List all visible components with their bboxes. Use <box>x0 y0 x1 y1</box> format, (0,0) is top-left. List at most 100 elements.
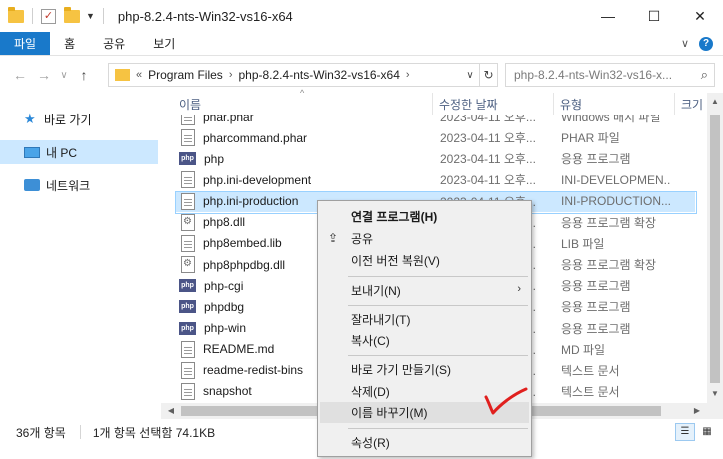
forward-button[interactable]: → <box>32 67 56 83</box>
file-name: php <box>204 151 225 166</box>
file-date: 2023-04-11 오후... <box>440 173 536 188</box>
sidebar-item-quick-access[interactable]: ★ 바로 가기 <box>0 107 158 131</box>
close-button[interactable]: ✕ <box>677 0 723 32</box>
table-row[interactable]: pharcommand.phar 2023-04-11 오후... PHAR 파일 <box>175 127 695 148</box>
large-icons-view-icon[interactable]: ▦ <box>697 423 717 441</box>
search-box[interactable]: php-8.2.4-nts-Win32-vs16-x... ⌕ <box>505 63 715 87</box>
ribbon-tabs: 파일 홈 공유 보기 ∨ ? <box>0 32 723 56</box>
menu-item-properties[interactable]: 속성(R) <box>320 432 529 453</box>
file-type: INI-PRODUCTION... <box>561 194 671 209</box>
properties-icon[interactable]: ✓ <box>41 8 56 24</box>
menu-item-cut[interactable]: 잘라내기(T) <box>320 309 529 330</box>
menu-separator <box>348 305 528 306</box>
column-header-date[interactable]: 수정한 날짜 <box>433 93 554 115</box>
menu-item-share[interactable]: ⇪ 공유 <box>320 228 529 249</box>
vertical-scrollbar[interactable]: ▲ ▼ <box>707 93 723 419</box>
toolbar-divider <box>32 8 33 24</box>
document-icon <box>181 171 195 189</box>
document-icon <box>181 361 195 379</box>
menu-item-send-to[interactable]: 보내기(N) › <box>320 280 529 301</box>
menu-item-create-shortcut[interactable]: 바로 가기 만들기(S) <box>320 359 529 380</box>
tab-file[interactable]: 파일 <box>0 32 51 55</box>
tab-share[interactable]: 공유 <box>89 32 139 55</box>
computer-icon <box>24 146 40 158</box>
search-icon[interactable]: ⌕ <box>701 67 708 83</box>
menu-item-label: 삭제(D) <box>351 385 390 399</box>
file-type: 응용 프로그램 <box>561 279 631 294</box>
window-title: php-8.2.4-nts-Win32-vs16-x64 <box>117 8 293 24</box>
file-date: 2023-04-11 오후... <box>440 131 536 146</box>
file-date: 2023-04-11 오후... <box>440 152 536 167</box>
new-folder-icon[interactable] <box>64 6 80 23</box>
tab-view[interactable]: 보기 <box>139 32 189 55</box>
details-view-icon[interactable]: ☰ <box>675 423 695 441</box>
vertical-scroll-thumb[interactable] <box>710 115 720 383</box>
breadcrumb-separator[interactable]: › <box>229 69 233 81</box>
table-row[interactable]: php.ini-development 2023-04-11 오후... INI-D… <box>175 169 695 190</box>
file-type: MD 파일 <box>561 342 606 357</box>
window-controls: — ☐ ✕ <box>585 0 723 32</box>
sidebar-item-network[interactable]: 네트워크 <box>0 173 158 197</box>
address-bar[interactable]: « Program Files › php-8.2.4-nts-Win32-vs… <box>108 63 498 87</box>
scroll-up-arrow-icon[interactable]: ▲ <box>707 97 723 106</box>
breadcrumb-program-files[interactable]: Program Files <box>148 68 223 82</box>
share-icon: ⇪ <box>328 231 339 245</box>
up-button[interactable]: ↑ <box>72 67 96 83</box>
help-icon[interactable]: ? <box>699 36 713 51</box>
breadcrumb-current-folder[interactable]: php-8.2.4-nts-Win32-vs16-x64 <box>238 68 399 82</box>
document-icon <box>181 340 195 358</box>
scroll-down-arrow-icon[interactable]: ▼ <box>707 389 723 398</box>
network-icon <box>24 179 40 191</box>
scroll-left-arrow-icon[interactable]: ◀ <box>163 406 179 415</box>
menu-item-label: 잘라내기(T) <box>351 313 411 327</box>
refresh-button[interactable]: ↻ <box>479 64 497 86</box>
toolbar-divider <box>102 8 104 24</box>
expand-ribbon-chevron-icon[interactable]: ∨ <box>681 37 689 50</box>
breadcrumb-separator[interactable]: › <box>406 69 410 81</box>
folder-icon <box>115 69 130 81</box>
sidebar-item-this-pc[interactable]: 내 PC <box>0 140 158 164</box>
minimize-button[interactable]: — <box>585 0 631 32</box>
file-type: 응용 프로그램 확장 <box>561 215 656 230</box>
title-bar: ✓ ▼ php-8.2.4-nts-Win32-vs16-x64 — ☐ ✕ <box>0 0 723 32</box>
menu-item-label: 복사(C) <box>351 334 390 348</box>
customize-toolbar-chevron-icon[interactable]: ▼ <box>86 11 95 21</box>
column-header-type[interactable]: 유형 <box>554 93 675 115</box>
document-icon <box>181 234 195 252</box>
red-checkmark-annotation <box>484 387 528 415</box>
scroll-right-arrow-icon[interactable]: ▶ <box>689 406 705 415</box>
folder-icon <box>8 6 24 23</box>
file-name: pharcommand.phar <box>203 130 308 145</box>
dll-file-icon <box>181 213 195 231</box>
file-type: 응용 프로그램 <box>561 152 631 167</box>
tab-home[interactable]: 홈 <box>50 32 89 55</box>
breadcrumb-overflow[interactable]: « <box>136 69 142 81</box>
back-button[interactable]: ← <box>8 67 32 83</box>
file-type: 응용 프로그램 <box>561 321 631 336</box>
file-type: 응용 프로그램 확장 <box>561 258 656 273</box>
menu-item-restore-previous-versions[interactable]: 이전 버전 복원(V) <box>320 250 529 271</box>
maximize-button[interactable]: ☐ <box>631 0 677 32</box>
document-icon <box>181 129 195 147</box>
column-header-size[interactable]: 크기 <box>675 93 707 115</box>
navigation-pane: ★ 바로 가기 내 PC 네트워크 <box>0 93 160 419</box>
file-type: 텍스트 문서 <box>561 384 620 399</box>
search-input[interactable]: php-8.2.4-nts-Win32-vs16-x... <box>514 68 672 82</box>
menu-item-open-with[interactable]: 연결 프로그램(H) <box>320 206 529 227</box>
sidebar-item-label: 내 PC <box>46 145 78 160</box>
ribbon-right-controls: ∨ ? <box>681 32 723 55</box>
document-icon <box>181 192 195 210</box>
address-tail: ∨ ↻ <box>461 64 497 86</box>
address-history-chevron-icon[interactable]: ∨ <box>461 70 479 81</box>
navigation-bar: ← → ∨ ↑ « Program Files › php-8.2.4-nts-… <box>0 57 723 93</box>
table-row[interactable]: php php 2023-04-11 오후... 응용 프로그램 <box>175 148 695 169</box>
menu-item-label: 보내기(N) <box>351 284 401 298</box>
menu-separator <box>348 355 528 356</box>
recent-locations-chevron-icon[interactable]: ∨ <box>56 70 72 81</box>
menu-separator <box>348 276 528 277</box>
item-count: 36개 항목 <box>16 425 66 440</box>
file-type: INI-DEVELOPMEN... <box>561 172 671 187</box>
star-icon: ★ <box>24 111 36 126</box>
menu-item-copy[interactable]: 복사(C) <box>320 330 529 351</box>
menu-separator <box>348 428 528 429</box>
